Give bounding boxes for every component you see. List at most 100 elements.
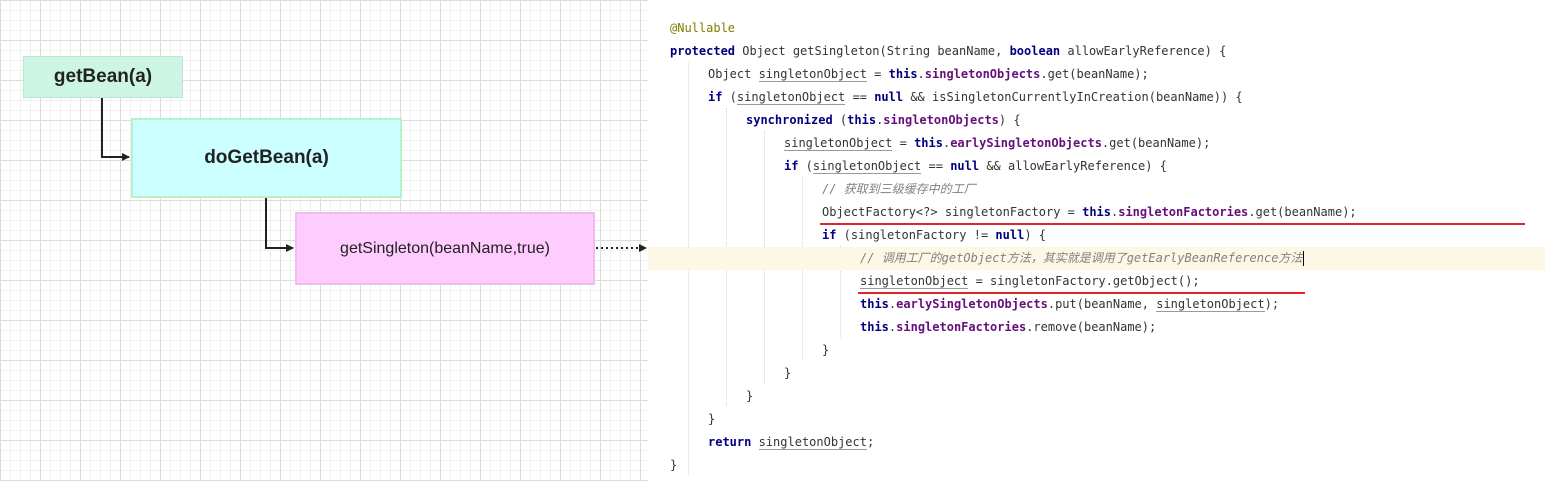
- code-line-text: if (singletonFactory != null) {: [822, 224, 1046, 247]
- code-token: && isSingletonCurrentlyInCreation(beanNa…: [903, 90, 1243, 104]
- code-line-text: // 调用工厂的getObject方法，其实就是调用了getEarlyBeanR…: [860, 247, 1305, 270]
- code-token: singletonObjects: [883, 113, 999, 127]
- code-line: this.singletonFactories.remove(beanName)…: [648, 316, 1545, 339]
- code-token: }: [708, 412, 716, 426]
- red-underline-singleton-factory: [820, 223, 1525, 225]
- code-token: boolean: [1009, 44, 1061, 58]
- code-token: .get(beanName);: [1248, 205, 1357, 219]
- code-token: ==: [921, 159, 951, 173]
- code-token: this: [1082, 205, 1111, 219]
- code-token: return: [708, 435, 752, 449]
- code-token: .get(beanName);: [1040, 67, 1149, 81]
- code-line-text: this.earlySingletonObjects.put(beanName,…: [860, 293, 1279, 316]
- code-line-text: protected Object getSingleton(String bea…: [670, 40, 1226, 63]
- code-line: ObjectFactory<?> singletonFactory = this…: [648, 201, 1545, 224]
- code-token: singletonObject: [812, 159, 922, 174]
- code-token: synchronized: [746, 113, 833, 127]
- code-panel: @Nullable protected Object getSingleton(S…: [648, 16, 1545, 481]
- code-token: ==: [845, 90, 875, 104]
- code-line: singletonObject = singletonFactory.getOb…: [648, 270, 1545, 293]
- code-token: .put(beanName,: [1047, 297, 1157, 311]
- code-line-text: ObjectFactory<?> singletonFactory = this…: [822, 201, 1357, 224]
- code-line-text: }: [670, 454, 677, 477]
- code-token: this: [847, 113, 877, 127]
- code-line-text: singletonObject = singletonFactory.getOb…: [860, 270, 1200, 293]
- code-token: }: [822, 343, 830, 357]
- code-token: ) {: [1024, 228, 1046, 242]
- code-token: singletonFactories: [1118, 205, 1249, 219]
- code-line: @Nullable: [648, 17, 1545, 40]
- code-line: this.earlySingletonObjects.put(beanName,…: [648, 293, 1545, 316]
- code-token: earlySingletonObjects: [950, 136, 1102, 150]
- code-token: Object: [708, 67, 759, 81]
- code-line-text: Object singletonObject = this.singletonO…: [708, 63, 1149, 86]
- code-token: singletonObject: [758, 67, 867, 82]
- code-token: Object getSingleton(String beanName,: [735, 44, 1010, 58]
- code-line-text: // 获取到三级缓存中的工厂: [822, 178, 976, 201]
- code-token: }: [670, 458, 678, 472]
- code-token: @Nullable: [670, 21, 736, 35]
- code-line-text: synchronized (this.singletonObjects) {: [746, 109, 1021, 132]
- code-token: }: [746, 389, 754, 403]
- code-token: if: [784, 159, 799, 173]
- code-token: if: [708, 90, 723, 104]
- code-token: this: [860, 297, 889, 311]
- code-line-text: @Nullable: [670, 17, 735, 40]
- diagram-connectors: [101, 98, 647, 252]
- code-line: // 获取到三级缓存中的工厂: [648, 178, 1545, 201]
- code-token: ) {: [998, 113, 1021, 127]
- connector-dogetbean-to-getsingleton: [265, 198, 294, 252]
- code-token: (singletonFactory !=: [836, 228, 996, 242]
- code-token: ObjectFactory<?> singletonFactory =: [822, 205, 1083, 219]
- code-line: }: [648, 454, 1545, 477]
- code-line: synchronized (this.singletonObjects) {: [648, 109, 1545, 132]
- code-line-text: return singletonObject;: [708, 431, 874, 454]
- code-line-text: }: [822, 339, 829, 362]
- code-token: = singletonFactory.getObject();: [968, 274, 1200, 288]
- code-line: }: [648, 362, 1545, 385]
- code-line: }: [648, 339, 1545, 362]
- code-token: if: [822, 228, 837, 242]
- code-token: singletonObject: [758, 435, 867, 450]
- code-token: // 获取到三级缓存中的工厂: [822, 182, 976, 196]
- text-caret: [1303, 251, 1305, 266]
- code-line-text: if (singletonObject == null && allowEarl…: [784, 155, 1167, 178]
- code-token: singletonObject: [1156, 297, 1265, 312]
- code-token: .get(beanName);: [1101, 136, 1211, 150]
- code-token: null: [874, 90, 904, 104]
- code-line: if (singletonFactory != null) {: [648, 224, 1545, 247]
- code-line-text: singletonObject = this.earlySingletonObj…: [784, 132, 1210, 155]
- connector-getbean-to-dogetbean: [101, 98, 130, 161]
- code-line-text: if (singletonObject == null && isSinglet…: [708, 86, 1243, 109]
- code-token: this: [860, 320, 889, 334]
- code-token: // 调用工厂的getObject方法，其实就是调用了getEarlyBeanR…: [860, 251, 1303, 265]
- red-underline-get-object: [858, 292, 1305, 294]
- code-token: =: [892, 136, 915, 150]
- code-token: protected: [670, 44, 736, 58]
- code-token: this: [888, 67, 918, 81]
- code-token: singletonFactories: [896, 320, 1027, 334]
- code-token: allowEarlyReference) {: [1060, 44, 1227, 58]
- code-line: return singletonObject;: [648, 431, 1545, 454]
- code-token: (: [832, 113, 848, 127]
- code-token: (: [722, 90, 737, 104]
- code-line-text: this.singletonFactories.remove(beanName)…: [860, 316, 1156, 339]
- code-token: =: [866, 67, 889, 81]
- code-token: }: [784, 366, 792, 380]
- code-token: singletonObject: [736, 90, 846, 105]
- code-line: }: [648, 385, 1545, 408]
- code-token: .remove(beanName);: [1026, 320, 1157, 334]
- code-token: this: [914, 136, 943, 150]
- code-token: singletonObject: [860, 274, 969, 289]
- code-token: earlySingletonObjects: [896, 297, 1048, 311]
- code-line: Object singletonObject = this.singletonO…: [648, 63, 1545, 86]
- code-line: }: [648, 408, 1545, 431]
- code-line-text: }: [708, 408, 715, 431]
- code-token: && allowEarlyReference) {: [979, 159, 1167, 173]
- code-line-text: }: [746, 385, 753, 408]
- code-token: null: [995, 228, 1025, 242]
- code-token: (: [798, 159, 813, 173]
- code-line: singletonObject = this.earlySingletonObj…: [648, 132, 1545, 155]
- code-token: .: [917, 67, 925, 81]
